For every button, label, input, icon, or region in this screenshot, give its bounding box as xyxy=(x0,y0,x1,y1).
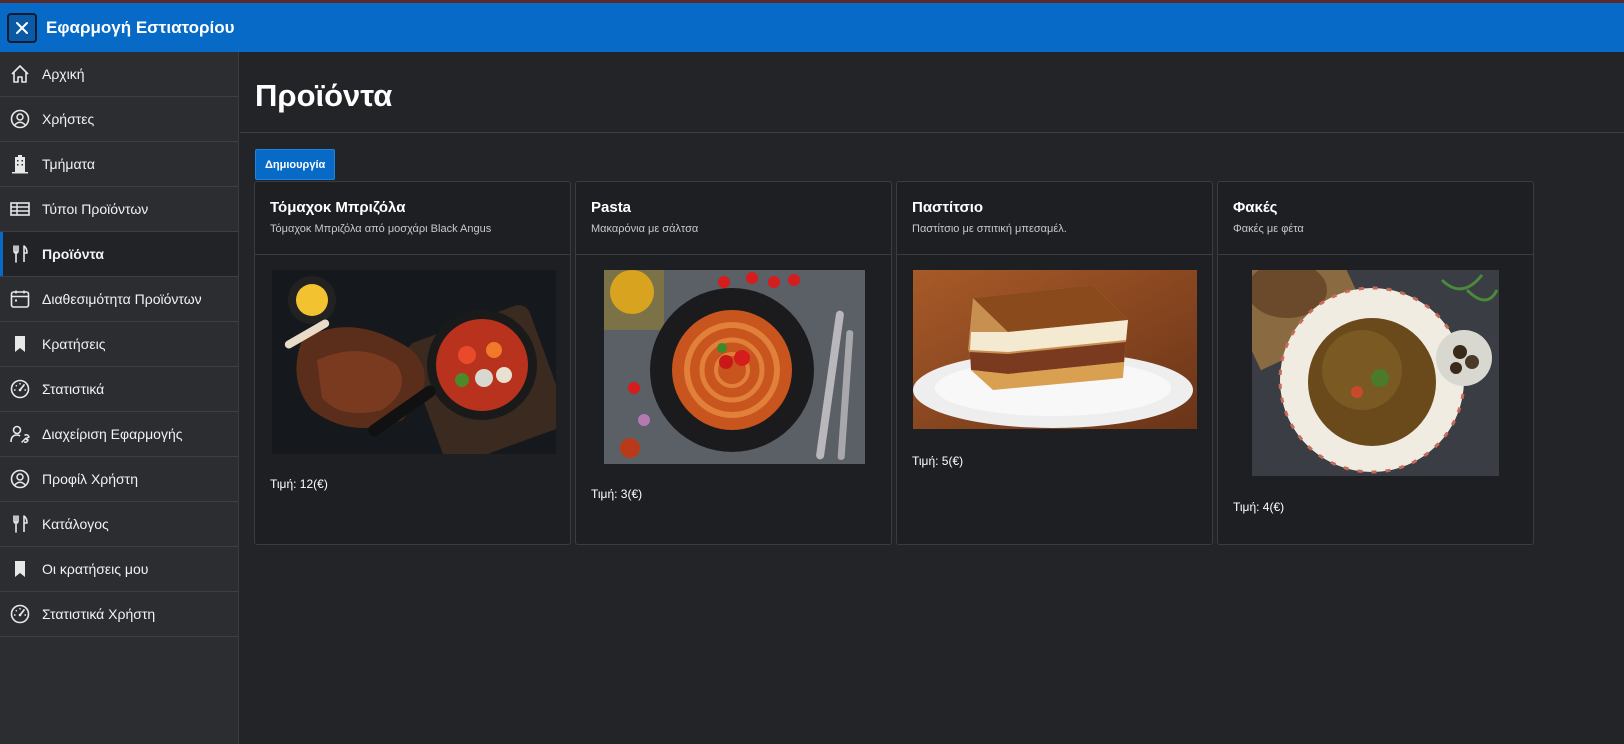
fork-knife-icon xyxy=(9,243,31,265)
sidebar-item-catalog[interactable]: Κατάλογος xyxy=(0,502,238,547)
bookmark-icon xyxy=(9,558,31,580)
main-content: Προϊόντα Δημιουργία Τόμαχοκ Μπριζόλα Τόμ… xyxy=(240,52,1624,744)
sidebar-item-products[interactable]: Προϊόντα xyxy=(0,232,238,277)
sidebar-item-label: Χρήστες xyxy=(42,111,95,127)
sidebar-item-label: Τύποι Προϊόντων xyxy=(42,201,149,217)
user-wrench-icon xyxy=(9,423,31,445)
product-price: Τιμή: 5(€) xyxy=(912,454,964,468)
sidebar-item-label: Στατιστικά xyxy=(42,381,105,397)
page-title: Προϊόντα xyxy=(255,78,393,113)
gauge-icon xyxy=(9,603,31,625)
home-icon xyxy=(9,63,31,85)
lentils-photo xyxy=(1252,270,1499,476)
product-name: Παστίτσιο xyxy=(912,199,984,216)
sidebar-item-label: Προφίλ Χρήστη xyxy=(42,471,138,487)
product-card[interactable]: Παστίτσιο Παστίτσιο με σπιτική μπεσαμέλ.… xyxy=(896,181,1213,545)
user-circle-icon xyxy=(9,468,31,490)
close-sidebar-button[interactable] xyxy=(7,12,37,43)
gauge-icon xyxy=(9,378,31,400)
sidebar-item-reservations[interactable]: Κρατήσεις xyxy=(0,322,238,367)
product-name: Φακές xyxy=(1233,199,1278,216)
card-header: Τόμαχοκ Μπριζόλα Τόμαχοκ Μπριζόλα από μο… xyxy=(255,182,570,255)
sidebar-item-label: Διαχείριση Εφαρμογής xyxy=(42,426,183,442)
card-header: Φακές Φακές με φέτα xyxy=(1218,182,1533,255)
product-card[interactable]: Pasta Μακαρόνια με σάλτσα Τιμή: 3(€) xyxy=(575,181,892,545)
product-description: Φακές με φέτα xyxy=(1233,223,1304,235)
sidebar-item-label: Αρχική xyxy=(42,66,85,82)
product-name: Τόμαχοκ Μπριζόλα xyxy=(270,199,406,216)
sidebar-item-my-reservations[interactable]: Οι κρατήσεις μου xyxy=(0,547,238,592)
pastitsio-photo xyxy=(913,270,1197,429)
sidebar-item-user-statistics[interactable]: Στατιστικά Χρήστη xyxy=(0,592,238,637)
close-icon xyxy=(16,21,28,34)
app-title: Εφαρμογή Εστιατορίου xyxy=(46,17,235,37)
card-header: Pasta Μακαρόνια με σάλτσα xyxy=(576,182,891,255)
product-description: Παστίτσιο με σπιτική μπεσαμέλ. xyxy=(912,223,1067,235)
sidebar-item-label: Διαθεσιμότητα Προϊόντων xyxy=(42,291,202,307)
sidebar-item-availability[interactable]: Διαθεσιμότητα Προϊόντων xyxy=(0,277,238,322)
product-card[interactable]: Φακές Φακές με φέτα Τιμή: 4(€) xyxy=(1217,181,1534,545)
sidebar-item-label: Προϊόντα xyxy=(42,246,105,262)
product-card[interactable]: Τόμαχοκ Μπριζόλα Τόμαχοκ Μπριζόλα από μο… xyxy=(254,181,571,545)
user-circle-icon xyxy=(9,108,31,130)
sidebar-item-label: Στατιστικά Χρήστη xyxy=(42,606,156,622)
create-button[interactable]: Δημιουργία xyxy=(255,149,336,180)
sidebar-item-product-types[interactable]: Τύποι Προϊόντων xyxy=(0,187,238,232)
table-icon xyxy=(9,198,31,220)
sidebar-item-departments[interactable]: Τμήματα xyxy=(0,142,238,187)
pasta-photo xyxy=(604,270,865,464)
product-description: Τόμαχοκ Μπριζόλα από μοσχάρι Black Angus xyxy=(270,223,492,235)
calendar-icon xyxy=(9,288,31,310)
sidebar-item-label: Τμήματα xyxy=(42,156,95,172)
product-price: Τιμή: 12(€) xyxy=(270,477,328,491)
sidebar: Αρχική Χρήστες Τμήματα Τύποι Προϊόντων Π… xyxy=(0,52,239,744)
steak-photo xyxy=(272,270,556,454)
product-price: Τιμή: 3(€) xyxy=(591,487,643,501)
building-icon xyxy=(9,153,31,175)
sidebar-item-label: Κατάλογος xyxy=(42,516,109,532)
product-name: Pasta xyxy=(591,199,632,216)
sidebar-item-statistics[interactable]: Στατιστικά xyxy=(0,367,238,412)
bookmark-icon xyxy=(9,333,31,355)
card-header: Παστίτσιο Παστίτσιο με σπιτική μπεσαμέλ. xyxy=(897,182,1212,255)
sidebar-item-user-profile[interactable]: Προφίλ Χρήστη xyxy=(0,457,238,502)
fork-knife-icon xyxy=(9,513,31,535)
product-price: Τιμή: 4(€) xyxy=(1233,500,1285,514)
divider xyxy=(240,132,1624,133)
sidebar-item-label: Οι κρατήσεις μου xyxy=(42,561,149,577)
sidebar-item-app-management[interactable]: Διαχείριση Εφαρμογής xyxy=(0,412,238,457)
sidebar-item-label: Κρατήσεις xyxy=(42,336,106,352)
sidebar-item-home[interactable]: Αρχική xyxy=(0,52,238,97)
sidebar-item-users[interactable]: Χρήστες xyxy=(0,97,238,142)
product-description: Μακαρόνια με σάλτσα xyxy=(591,223,699,235)
app-header: Εφαρμογή Εστιατορίου xyxy=(0,3,1624,52)
